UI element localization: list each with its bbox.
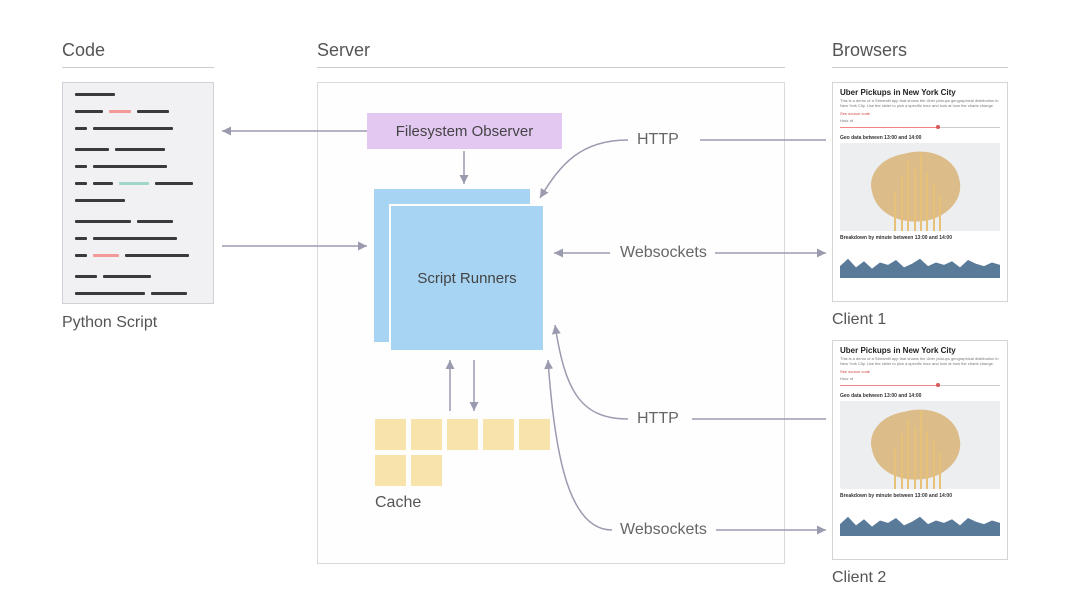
page-description: This is a demo of a Streamlit app that s… bbox=[840, 357, 1000, 367]
page-description: This is a demo of a Streamlit app that s… bbox=[840, 99, 1000, 109]
client-1-caption: Client 1 bbox=[832, 311, 886, 329]
connection-label-websockets: Websockets bbox=[620, 521, 707, 539]
browser-client-1: Uber Pickups in New York City This is a … bbox=[832, 82, 1008, 302]
source-link: See source code bbox=[840, 111, 1000, 116]
map-chart bbox=[840, 143, 1000, 231]
page-title: Uber Pickups in New York City bbox=[840, 88, 1000, 97]
python-script-caption: Python Script bbox=[62, 314, 157, 332]
connection-label-http: HTTP bbox=[637, 410, 679, 428]
slider-label: Hour of bbox=[840, 119, 1000, 124]
column-title-browsers: Browsers bbox=[832, 40, 1008, 68]
minute-chart bbox=[840, 501, 1000, 536]
hour-slider bbox=[840, 125, 1000, 131]
section-geo: Geo data between 13:00 and 14:00 bbox=[840, 135, 1000, 141]
hour-slider bbox=[840, 383, 1000, 389]
section-breakdown: Breakdown by minute between 13:00 and 14… bbox=[840, 493, 1000, 499]
cache-cell bbox=[519, 419, 550, 450]
cache-cell bbox=[375, 455, 406, 486]
source-link: See source code bbox=[840, 369, 1000, 374]
filesystem-observer-box: Filesystem Observer bbox=[367, 113, 562, 149]
section-geo: Geo data between 13:00 and 14:00 bbox=[840, 393, 1000, 399]
minute-chart bbox=[840, 243, 1000, 278]
section-breakdown: Breakdown by minute between 13:00 and 14… bbox=[840, 235, 1000, 241]
column-title-server: Server bbox=[317, 40, 785, 68]
column-title-code: Code bbox=[62, 40, 214, 68]
connection-label-websockets: Websockets bbox=[620, 244, 707, 262]
cache-caption: Cache bbox=[375, 494, 421, 512]
client-2-caption: Client 2 bbox=[832, 569, 886, 587]
page-title: Uber Pickups in New York City bbox=[840, 346, 1000, 355]
cache-cell bbox=[411, 455, 442, 486]
cache-cell bbox=[483, 419, 514, 450]
slider-label: Hour of bbox=[840, 377, 1000, 382]
cache-cell bbox=[447, 419, 478, 450]
map-chart bbox=[840, 401, 1000, 489]
script-runners-box: Script Runners bbox=[389, 204, 545, 352]
cache-cell bbox=[375, 419, 406, 450]
python-script-block bbox=[62, 82, 214, 304]
connection-label-http: HTTP bbox=[637, 131, 679, 149]
browser-client-2: Uber Pickups in New York City This is a … bbox=[832, 340, 1008, 560]
cache-cell bbox=[411, 419, 442, 450]
cache-grid bbox=[375, 419, 560, 486]
